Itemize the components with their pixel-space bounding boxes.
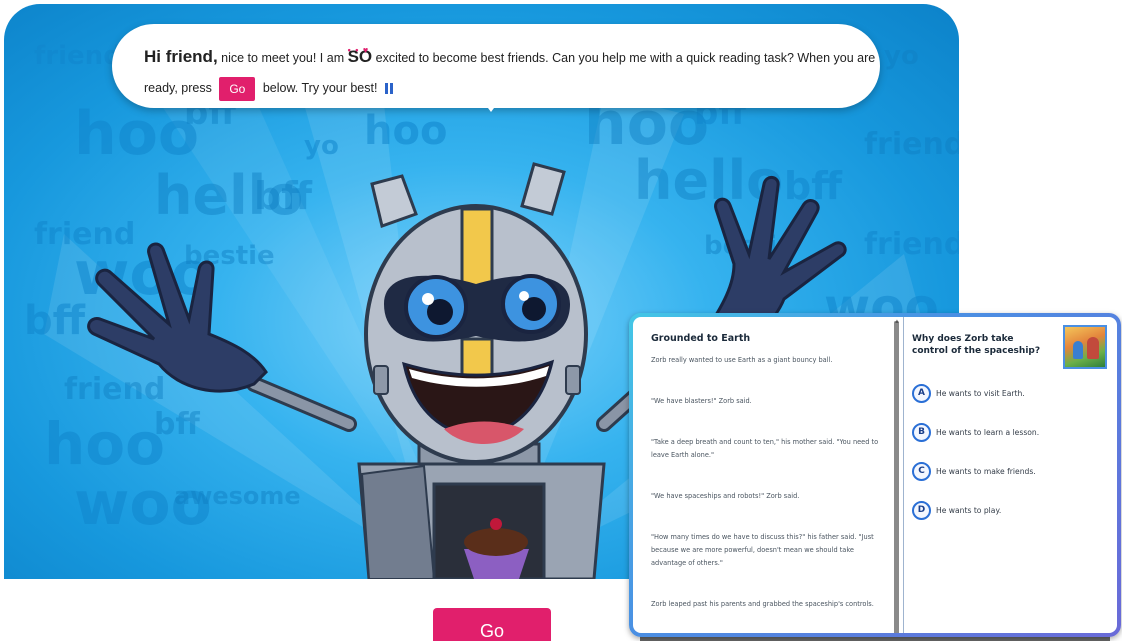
- watermark-word: hoo: [44, 410, 165, 478]
- speech-bubble: Hi friend, nice to meet you! I am • • ♥ S…: [112, 24, 880, 108]
- story-thumbnail-image: [1063, 325, 1107, 369]
- reading-passage: Grounded to Earth Zorb really wanted to …: [633, 317, 891, 633]
- option-letter-badge[interactable]: C: [912, 461, 931, 481]
- answer-option-d[interactable]: D He wants to play.: [912, 500, 1039, 520]
- passage-paragraph: "We have spaceships and robots!" Zorb sa…: [651, 492, 800, 500]
- passage-paragraph: "Take a deep breath and count to ten," h…: [651, 438, 879, 459]
- watermark-word: yo: [304, 131, 339, 161]
- watermark-word: bff: [154, 407, 200, 442]
- reading-task-card: Grounded to Earth Zorb really wanted to …: [629, 313, 1121, 637]
- passage-scrollbar[interactable]: [894, 321, 899, 633]
- passage-paragraph: Zorb leaped past his parents and grabbed…: [651, 600, 874, 608]
- watermark-word: friend: [34, 41, 122, 71]
- passage-paragraph: "How many times do we have to discuss th…: [651, 533, 874, 567]
- option-letter-badge[interactable]: D: [912, 500, 931, 520]
- speech-line-1: Hi friend, nice to meet you! I am • • ♥ S…: [144, 42, 875, 73]
- pause-icon[interactable]: [385, 83, 394, 95]
- greeting-text: Hi friend,: [144, 47, 218, 66]
- scrollbar-thumb[interactable]: [894, 321, 899, 633]
- watermark-word: hoo: [74, 99, 199, 169]
- reading-task-card-inner: Grounded to Earth Zorb really wanted to …: [633, 317, 1117, 633]
- option-letter-badge[interactable]: B: [912, 422, 931, 442]
- passage-title: Grounded to Earth: [651, 333, 751, 344]
- speech-text-part: below. Try your best!: [259, 81, 378, 95]
- watermark-word: friend: [864, 227, 959, 262]
- inline-go-label: Go: [219, 76, 256, 101]
- watermark-word: yo: [884, 41, 919, 71]
- page: hoo bff yo hello friend bff woo bestie bff friend…: [0, 0, 1122, 641]
- watermark-word: bff: [254, 174, 313, 218]
- watermark-word: friend: [64, 372, 165, 407]
- speech-line-2: ready, press Go below. Try your best!: [144, 73, 848, 103]
- thumbnail-figure: [1073, 341, 1083, 359]
- watermark-word: friend: [864, 127, 959, 162]
- speech-bubble-tail: [482, 100, 500, 112]
- question-text: Why does Zorb take control of the spaces…: [912, 334, 1041, 356]
- go-button[interactable]: Go: [433, 608, 551, 641]
- speech-text-part: excited to become best friends. Can you …: [372, 51, 876, 65]
- watermark-word: bestie: [184, 241, 275, 271]
- option-text[interactable]: He wants to visit Earth.: [936, 389, 1025, 398]
- option-text[interactable]: He wants to make friends.: [936, 467, 1036, 476]
- answer-options: A He wants to visit Earth. B He wants to…: [912, 383, 1039, 539]
- answer-option-c[interactable]: C He wants to make friends.: [912, 461, 1039, 481]
- watermark-word: awesome: [174, 482, 301, 510]
- option-text[interactable]: He wants to play.: [936, 506, 1001, 515]
- thumbnail-figure: [1087, 337, 1099, 359]
- speech-text-part: nice to meet you! I am: [217, 51, 348, 65]
- option-letter-badge[interactable]: A: [912, 383, 931, 403]
- panel-divider: [903, 317, 904, 633]
- watermark-word: hoo: [364, 108, 447, 154]
- passage-paragraph: "We have blasters!" Zorb said.: [651, 397, 752, 405]
- answer-option-a[interactable]: A He wants to visit Earth.: [912, 383, 1039, 403]
- passage-paragraph: Zorb really wanted to use Earth as a gia…: [651, 356, 833, 364]
- watermark-word: bff: [24, 298, 86, 344]
- option-text[interactable]: He wants to learn a lesson.: [936, 428, 1039, 437]
- scroll-up-icon[interactable]: ▲: [894, 319, 900, 325]
- answer-option-b[interactable]: B He wants to learn a lesson.: [912, 422, 1039, 442]
- speech-text-part: ready, press: [144, 81, 216, 95]
- emphasis-so: • • ♥ SO: [348, 45, 373, 66]
- sparkle-icon: • • ♥: [347, 45, 370, 55]
